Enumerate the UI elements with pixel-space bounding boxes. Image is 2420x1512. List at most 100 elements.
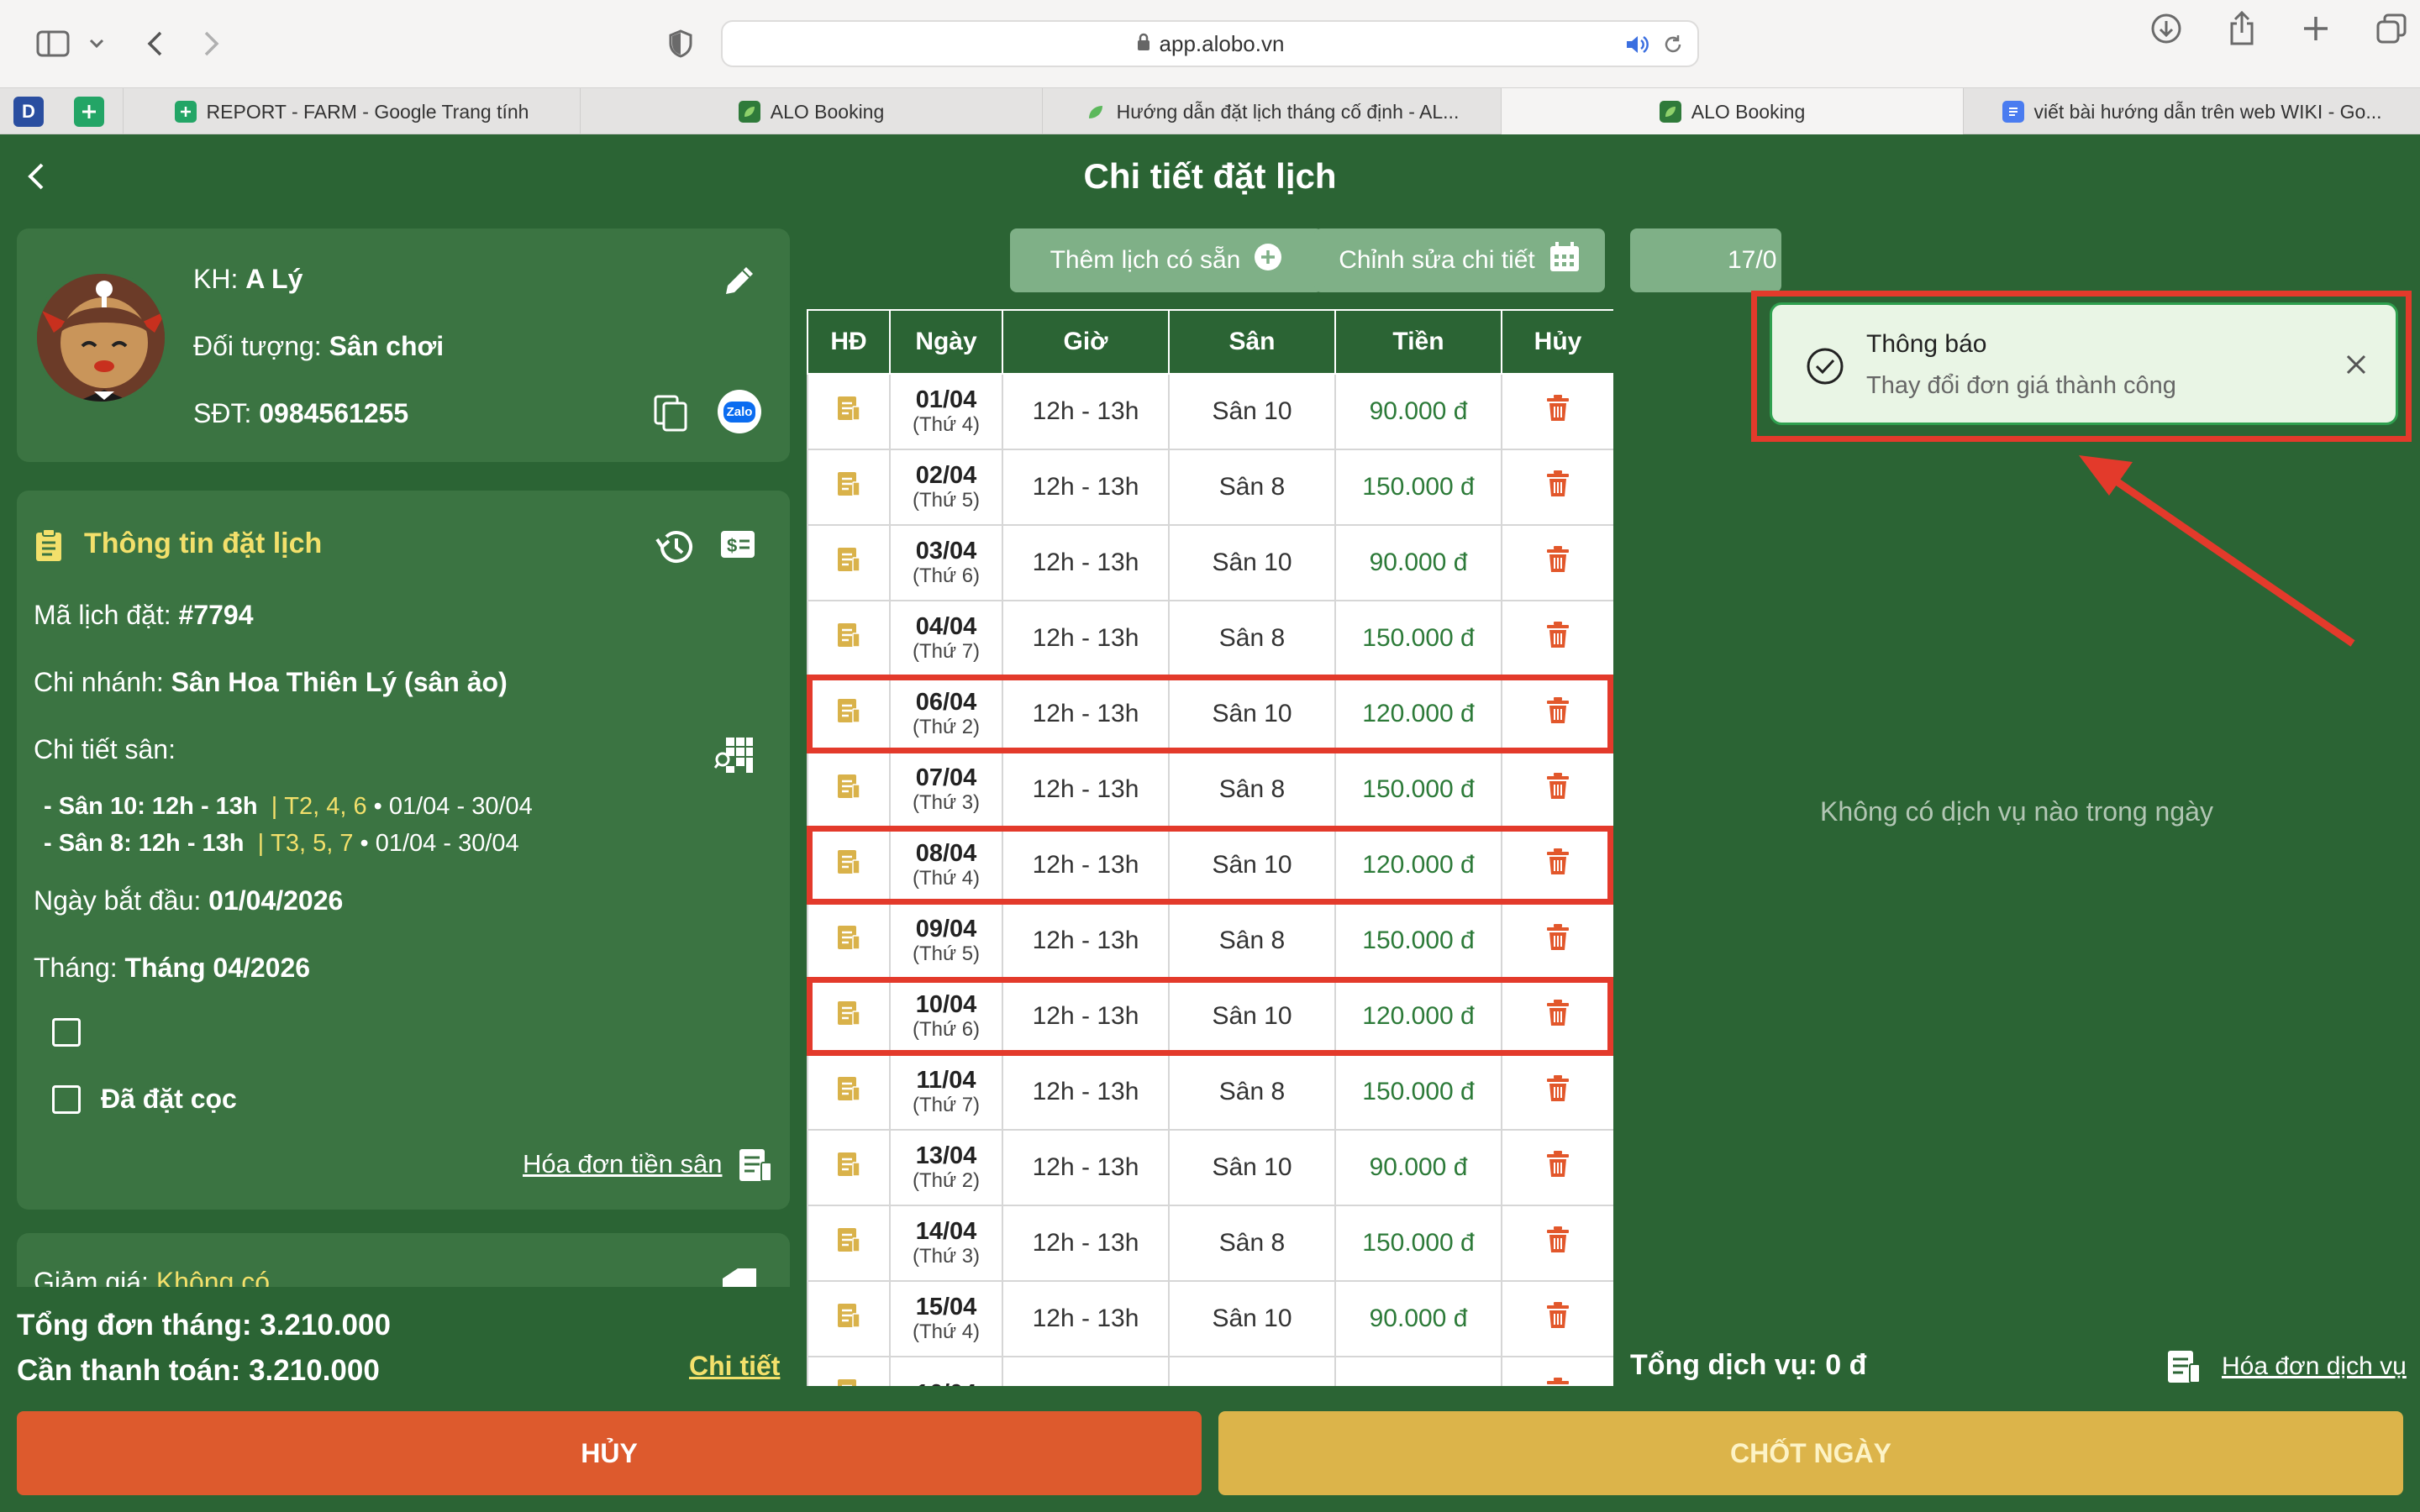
delete-cell[interactable]: [1501, 827, 1613, 904]
back-arrow-icon[interactable]: [20, 160, 54, 193]
history-icon[interactable]: [654, 528, 696, 570]
detail-link[interactable]: Chi tiết: [689, 1351, 780, 1382]
pinned-tab-d-icon[interactable]: D: [13, 97, 44, 127]
table-row[interactable]: 04/04 (Thứ 7) 12h - 13h Sân 8 150.000 đ: [807, 600, 1613, 677]
invoice-cell[interactable]: [807, 1356, 891, 1386]
new-tab-icon[interactable]: [2301, 13, 2331, 48]
invoice-cell[interactable]: [807, 600, 891, 677]
price-cell[interactable]: 150.000 đ: [1334, 600, 1502, 677]
price-cell[interactable]: 150.000 đ: [1334, 449, 1502, 526]
trash-icon[interactable]: [1545, 999, 1570, 1027]
deposit-checkbox[interactable]: [52, 1085, 81, 1114]
delete-cell[interactable]: [1501, 1280, 1613, 1357]
price-cell[interactable]: 120.000 đ: [1334, 675, 1502, 753]
invoice-cell[interactable]: [807, 902, 891, 979]
trash-icon[interactable]: [1545, 1226, 1570, 1254]
price-cell[interactable]: 90.000 đ: [1334, 1129, 1502, 1206]
trash-icon[interactable]: [1545, 848, 1570, 876]
price-cell[interactable]: [1334, 1356, 1502, 1386]
delete-cell[interactable]: [1501, 1356, 1613, 1386]
table-row[interactable]: 06/04 (Thứ 2) 12h - 13h Sân 10 120.000 đ: [807, 675, 1613, 753]
invoice-cell[interactable]: [807, 751, 891, 828]
delete-cell[interactable]: [1501, 1053, 1613, 1131]
privacy-shield-icon[interactable]: [664, 18, 697, 69]
delete-cell[interactable]: [1501, 449, 1613, 526]
copy-icon[interactable]: [652, 393, 689, 438]
invoice-cell[interactable]: [807, 1205, 891, 1282]
delete-cell[interactable]: [1501, 1129, 1613, 1206]
invoice-cell[interactable]: [807, 978, 891, 1055]
price-cell[interactable]: 150.000 đ: [1334, 902, 1502, 979]
trash-icon[interactable]: [1545, 470, 1570, 498]
price-cell[interactable]: 150.000 đ: [1334, 1053, 1502, 1131]
delete-cell[interactable]: [1501, 600, 1613, 677]
chevron-down-icon[interactable]: [84, 18, 109, 69]
table-row[interactable]: 09/04 (Thứ 5) 12h - 13h Sân 8 150.000 đ: [807, 902, 1613, 979]
pinned-tab-sheets-icon[interactable]: [74, 97, 104, 127]
invoice-cell[interactable]: [807, 449, 891, 526]
table-row[interactable]: 02/04 (Thứ 5) 12h - 13h Sân 8 150.000 đ: [807, 449, 1613, 526]
trash-icon[interactable]: [1545, 1377, 1570, 1386]
invoice-cell[interactable]: [807, 1053, 891, 1131]
trash-icon[interactable]: [1545, 923, 1570, 952]
delete-cell[interactable]: [1501, 675, 1613, 753]
discount-edit-icon[interactable]: [721, 1267, 758, 1287]
trash-icon[interactable]: [1545, 545, 1570, 574]
tab-alo-booking-1[interactable]: ALO Booking: [580, 88, 1042, 135]
court-invoice-link[interactable]: Hóa đơn tiền sân: [523, 1149, 722, 1179]
table-row[interactable]: 01/04 (Thứ 4) 12h - 13h Sân 10 90.000 đ: [807, 373, 1613, 450]
zalo-icon[interactable]: Zalo: [718, 390, 761, 433]
table-row[interactable]: 10/04 (Thứ 6) 12h - 13h Sân 10 120.000 đ: [807, 978, 1613, 1055]
delete-cell[interactable]: [1501, 751, 1613, 828]
trash-icon[interactable]: [1545, 621, 1570, 649]
speaker-icon[interactable]: [1625, 34, 1650, 61]
address-bar[interactable]: app.alobo.vn: [721, 20, 1699, 67]
service-invoice-link[interactable]: Hóa đơn dịch vụ: [2222, 1352, 2407, 1381]
table-row[interactable]: 08/04 (Thứ 4) 12h - 13h Sân 10 120.000 đ: [807, 827, 1613, 904]
price-cell[interactable]: 120.000 đ: [1334, 978, 1502, 1055]
price-cell[interactable]: 150.000 đ: [1334, 751, 1502, 828]
invoice-cell[interactable]: [807, 1129, 891, 1206]
table-row[interactable]: 14/04 (Thứ 3) 12h - 13h Sân 8 150.000 đ: [807, 1205, 1613, 1282]
price-cell[interactable]: 90.000 đ: [1334, 524, 1502, 601]
invoice-cell[interactable]: [807, 373, 891, 450]
delete-cell[interactable]: [1501, 902, 1613, 979]
tab-huong-dan[interactable]: Hướng dẫn đặt lịch tháng cố định - AL...: [1042, 88, 1501, 135]
edit-pencil-icon[interactable]: [721, 262, 758, 303]
tab-wiki-docs[interactable]: viết bài hướng dẫn trên web WIKI - Go...: [1963, 88, 2420, 135]
delete-cell[interactable]: [1501, 373, 1613, 450]
date-picker-button[interactable]: 17/0: [1630, 228, 1781, 292]
sidebar-toggle-icon[interactable]: [32, 18, 74, 69]
reload-icon[interactable]: [1662, 34, 1684, 61]
delete-cell[interactable]: [1501, 1205, 1613, 1282]
invoice-cell[interactable]: [807, 1280, 891, 1357]
delete-cell[interactable]: [1501, 978, 1613, 1055]
share-icon[interactable]: [2227, 10, 2257, 51]
cancel-button[interactable]: HỦY: [17, 1411, 1202, 1495]
court-grid-search-icon[interactable]: [713, 736, 755, 779]
table-row[interactable]: 03/04 (Thứ 6) 12h - 13h Sân 10 90.000 đ: [807, 524, 1613, 601]
table-row[interactable]: 15/04 (Thứ 4) 12h - 13h Sân 10 90.000 đ: [807, 1280, 1613, 1357]
invoice-cell[interactable]: [807, 675, 891, 753]
invoice-cell[interactable]: [807, 827, 891, 904]
tab-alo-booking-active[interactable]: ALO Booking: [1501, 88, 1963, 135]
downloads-icon[interactable]: [2149, 12, 2183, 50]
edit-detail-button[interactable]: Chỉnh sửa chi tiết: [1314, 228, 1605, 292]
forward-nav-icon[interactable]: [195, 18, 229, 69]
table-row[interactable]: 07/04 (Thứ 3) 12h - 13h Sân 8 150.000 đ: [807, 751, 1613, 828]
table-row[interactable]: 11/04 (Thứ 7) 12h - 13h Sân 8 150.000 đ: [807, 1053, 1613, 1131]
tab-overview-icon[interactable]: [2375, 12, 2408, 50]
trash-icon[interactable]: [1545, 1074, 1570, 1103]
price-cell[interactable]: 90.000 đ: [1334, 373, 1502, 450]
payment-icon[interactable]: $: [719, 529, 756, 564]
unlabeled-checkbox[interactable]: [52, 1018, 81, 1047]
price-cell[interactable]: 150.000 đ: [1334, 1205, 1502, 1282]
table-row[interactable]: 16/04: [807, 1356, 1613, 1386]
price-cell[interactable]: 90.000 đ: [1334, 1280, 1502, 1357]
invoice-cell[interactable]: [807, 524, 891, 601]
add-available-booking-button[interactable]: Thêm lịch có sẵn: [1010, 228, 1323, 292]
confirm-day-button[interactable]: CHỐT NGÀY: [1218, 1411, 2403, 1495]
trash-icon[interactable]: [1545, 772, 1570, 801]
trash-icon[interactable]: [1545, 696, 1570, 725]
delete-cell[interactable]: [1501, 524, 1613, 601]
